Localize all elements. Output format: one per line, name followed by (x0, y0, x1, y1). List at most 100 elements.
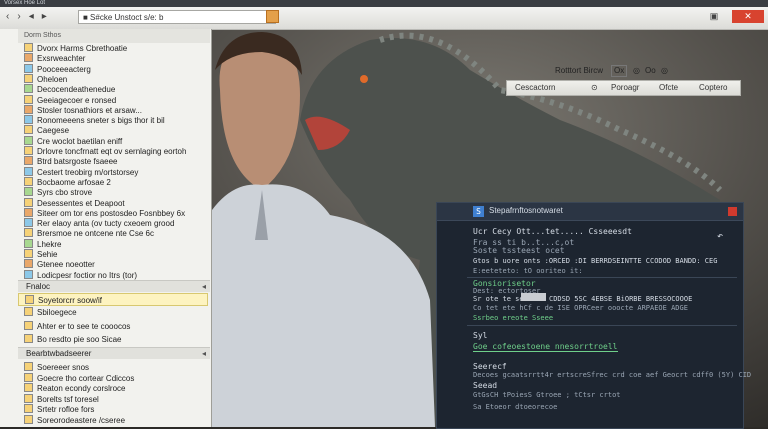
divider (467, 277, 737, 278)
document-icon (24, 414, 33, 424)
list-item[interactable]: Goecre tho cortear Cdiccos (18, 372, 208, 383)
list-item[interactable]: Exsrweachter (18, 53, 208, 63)
document-icon (24, 218, 33, 228)
chevron-down-icon[interactable]: ◂ (202, 348, 206, 360)
minimize-icon[interactable]: ▣ (706, 10, 722, 23)
list-item-label: Borelts tsf toresel (37, 394, 99, 404)
dialog-line: Co tet ete hCf c de ISE OPRCeer ooocte A… (473, 304, 688, 312)
document-icon (24, 94, 33, 104)
toolbar-item[interactable]: Rotttort Bircw (555, 64, 603, 78)
list-item[interactable]: Sehie (18, 249, 208, 259)
list-item[interactable]: Decocendeathenedue (18, 84, 208, 94)
document-icon (24, 249, 33, 258)
list-item[interactable]: Borelts tsf toresel (18, 393, 208, 404)
document-icon (24, 362, 33, 371)
list-item[interactable]: Bo resdto pie soo Sicae (18, 333, 208, 346)
list-item[interactable]: Lodicpesr foctior no Itrs (tor) (18, 269, 208, 280)
list-item[interactable]: Btrd batsrgoste fsaeee (18, 156, 208, 166)
list-item-label: Pooceeeacterg (37, 64, 91, 74)
toolbar-item[interactable]: Cescactorn (515, 81, 555, 95)
list-item-label: Ahter er to see te cooocos (37, 322, 131, 331)
toolbar-item[interactable]: Ofcte (659, 81, 678, 95)
toolbar-item[interactable]: Oo (645, 64, 656, 78)
list-item[interactable]: Dvorx Harms Cbrethoatie (18, 43, 208, 53)
next-icon[interactable]: ▸ (42, 11, 47, 22)
toolbar-item[interactable]: Poroagr (611, 81, 639, 95)
close-window-button[interactable]: ✕ (732, 10, 764, 23)
section-header[interactable]: Fnaloc ◂ (18, 280, 210, 292)
document-icon (24, 43, 33, 52)
prev-icon[interactable]: ◂ (29, 11, 34, 22)
list-item[interactable]: Siteer om tor ens postosdeo Fosnbbey 6x (18, 207, 208, 218)
document-icon (25, 295, 34, 304)
list-item[interactable]: Ronomeeens sneter s bigs thor it bil (18, 115, 208, 125)
document-icon (24, 63, 33, 73)
list-item-label: Cestert treobirg m/ortstorsey (37, 167, 139, 177)
section-label: Fnaloc (26, 282, 51, 291)
panel-header: Dorm Sthos (18, 29, 210, 43)
dialog-line: Seerecf (473, 362, 507, 371)
address-field[interactable]: ■ S#cke Unstoct s/e: b (78, 10, 276, 24)
document-icon (24, 383, 33, 392)
chevron-down-icon[interactable]: ◂ (202, 281, 206, 293)
back-icon[interactable]: ‹ (6, 11, 9, 22)
document-icon (24, 207, 33, 217)
list-item[interactable]: Stosler tosnathiors et arsaw... (18, 104, 208, 115)
toolbar-icon[interactable]: ◎ (633, 64, 640, 78)
list-item-label: Oheloen (37, 74, 68, 84)
list-item-label: Desessentes et Deapoot (37, 198, 125, 208)
list-item[interactable]: Geeiagecoer e ronsed (18, 94, 208, 105)
app-icon: S (473, 206, 484, 217)
list-item-label: Lodicpesr foctior no Itrs (tor) (37, 270, 138, 280)
list-item-label: Ronomeeens sneter s bigs thor it bil (37, 116, 165, 126)
list-item[interactable]: Lhekre (18, 238, 208, 249)
close-icon[interactable] (728, 207, 737, 216)
list-item[interactable]: Sbiloegece (18, 306, 208, 319)
document-icon (24, 187, 33, 197)
highlight-box[interactable] (521, 293, 546, 301)
toolbar-icon[interactable]: ⊙ (591, 81, 598, 95)
document-icon (24, 321, 33, 330)
forward-icon[interactable]: › (17, 11, 20, 22)
list-item[interactable]: Rer elaoy anta (ov tucty cxeoem grood (18, 218, 208, 228)
toolbar-item[interactable]: Ox (611, 65, 628, 77)
document-icon (24, 115, 33, 125)
document-icon (24, 135, 33, 145)
list-item[interactable]: Srtetr rofloe fors (18, 404, 208, 414)
list-item[interactable]: Soreorodeastere /cseree (18, 414, 208, 425)
dialog-line: E:eeteteto: tO ooriteo it: (473, 267, 583, 275)
list-item[interactable]: Soereeer snos (18, 362, 208, 372)
list-item[interactable]: Pooceeeacterg (18, 63, 208, 74)
list-item[interactable]: Drlovre toncfrnatt eqt ov sernlaging eor… (18, 146, 208, 156)
list-item[interactable]: Desessentes et Deapoot (18, 197, 208, 208)
list-item[interactable]: Soyetorcrr soow/if (18, 293, 208, 306)
list-item[interactable]: Cestert treobirg m/ortstorsey (18, 166, 208, 177)
document-icon (24, 334, 33, 343)
edit-icon[interactable] (266, 10, 279, 23)
list-item[interactable]: Ahter er to see te cooocos (18, 320, 208, 333)
list-item[interactable]: Brersmoe ne ontcene nte Cse 6c (18, 228, 208, 238)
dialog-line: Ucr Cecy Ott...tet..... Csseeesdt (473, 227, 632, 236)
document-icon (24, 372, 33, 382)
list-item[interactable]: Syrs cbo strove (18, 187, 208, 197)
undo-icon[interactable]: ↶ (717, 231, 723, 242)
list-item-label: Cre woclot baetilan eniff (37, 136, 123, 146)
list-item[interactable]: Cre woclot baetilan eniff (18, 135, 208, 146)
dialog-line: Gtos b uore onts :ORCED :DI BERRDSEINTTE… (473, 257, 718, 265)
toolbar-icon[interactable]: ◎ (661, 64, 668, 78)
list-item-label: Lhekre (37, 239, 62, 249)
list-item[interactable]: Caegese (18, 125, 208, 135)
document-icon (24, 307, 33, 316)
list-item-label: Dvorx Harms Cbrethoatie (37, 44, 128, 53)
toolbar-item[interactable]: Coptero (699, 81, 727, 95)
section-header[interactable]: Bearbtwbadseerer ◂ (18, 347, 210, 359)
list-item[interactable]: Reaton econdy corslroce (18, 383, 208, 393)
list-item-label: Srtetr rofloe fors (37, 405, 95, 414)
dialog-line: Seead (473, 381, 498, 390)
list-item[interactable]: Gtenee noeotter (18, 259, 208, 269)
document-icon (24, 197, 33, 207)
list-item[interactable]: Bocbaome arfosae 2 (18, 176, 208, 187)
list-item[interactable]: Oheloen (18, 73, 208, 84)
nav-buttons: ‹ › ◂ ▸ (6, 11, 47, 22)
top-toolbar: ‹ › ◂ ▸ ■ S#cke Unstoct s/e: b ▣ ✕ (0, 7, 768, 30)
